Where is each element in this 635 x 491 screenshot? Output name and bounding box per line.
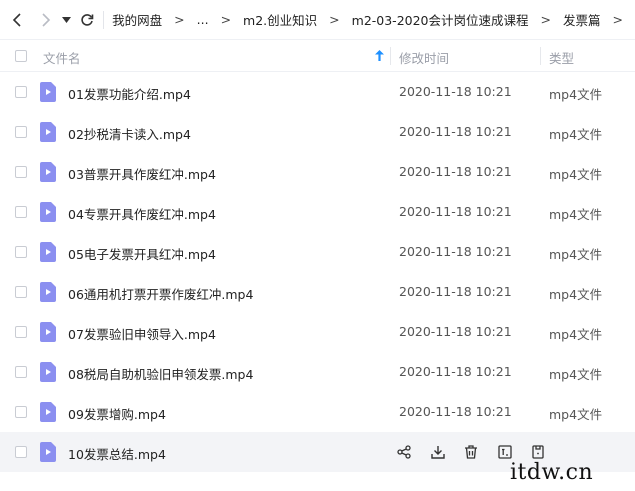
watermark: itdw.cn	[510, 460, 594, 485]
file-name[interactable]: 03普票开具作废红冲.mp4	[68, 164, 216, 183]
row-checkbox[interactable]	[15, 326, 27, 338]
video-file-icon	[40, 282, 56, 302]
breadcrumb-separator: >	[540, 12, 551, 27]
forward-button[interactable]	[35, 0, 58, 40]
column-divider[interactable]	[390, 47, 391, 65]
file-type: mp4文件	[549, 167, 603, 182]
video-file-icon	[40, 202, 56, 222]
breadcrumb-item-invoice[interactable]: 发票篇	[563, 10, 601, 29]
refresh-button[interactable]	[76, 0, 97, 40]
breadcrumb: 我的网盘 > ... > m2.创业知识 > m2-03-2020会计岗位速成课…	[112, 10, 635, 29]
select-all-checkbox[interactable]	[15, 50, 27, 62]
row-checkbox[interactable]	[15, 246, 27, 258]
breadcrumb-separator: >	[612, 12, 623, 27]
rename-icon	[497, 445, 512, 459]
refresh-icon	[81, 13, 94, 26]
nav-divider	[103, 10, 105, 29]
file-name[interactable]: 04专票开具作废红冲.mp4	[68, 204, 216, 223]
file-modified-time: 2020-11-18 10:21	[399, 364, 512, 379]
file-name[interactable]: 01发票功能介绍.mp4	[68, 84, 191, 103]
file-list-header: 文件名 修改时间 类型	[0, 40, 635, 72]
file-row[interactable]: 01发票功能介绍.mp4 2020-11-18 10:21 mp4文件	[0, 72, 635, 112]
breadcrumb-item-my-drive[interactable]: 我的网盘	[112, 10, 162, 29]
file-modified-time: 2020-11-18 10:21	[399, 124, 512, 139]
file-name[interactable]: 02抄税清卡读入.mp4	[68, 124, 191, 143]
file-row[interactable]: 02抄税清卡读入.mp4 2020-11-18 10:21 mp4文件	[0, 112, 635, 152]
file-name[interactable]: 08税局自助机验旧申领发票.mp4	[68, 364, 253, 383]
file-name[interactable]: 07发票验旧申领导入.mp4	[68, 324, 216, 343]
more-button[interactable]	[531, 443, 565, 461]
video-file-icon	[40, 122, 56, 142]
row-checkbox[interactable]	[15, 286, 27, 298]
download-icon	[430, 445, 445, 459]
chevron-left-icon	[13, 12, 21, 27]
file-modified-time: 2020-11-18 10:21	[399, 404, 512, 419]
breadcrumb-item-ellipsis[interactable]: ...	[197, 12, 209, 27]
file-row[interactable]: 08税局自助机验旧申领发票.mp4 2020-11-18 10:21 mp4文件	[0, 352, 635, 392]
file-type: mp4文件	[549, 407, 603, 422]
column-header-name[interactable]: 文件名	[43, 48, 81, 67]
row-checkbox[interactable]	[15, 206, 27, 218]
row-checkbox[interactable]	[15, 86, 27, 98]
file-modified-time: 2020-11-18 10:21	[399, 284, 512, 299]
video-file-icon	[40, 362, 56, 382]
file-modified-time: 2020-11-18 10:21	[399, 244, 512, 259]
video-file-icon	[40, 242, 56, 262]
file-row[interactable]: 03普票开具作废红冲.mp4 2020-11-18 10:21 mp4文件	[0, 152, 635, 192]
file-name[interactable]: 05电子发票开具红冲.mp4	[68, 244, 216, 263]
video-file-icon	[40, 82, 56, 102]
breadcrumb-item-accounting-course[interactable]: m2-03-2020会计岗位速成课程	[352, 10, 529, 29]
more-icon	[531, 445, 545, 459]
chevron-right-icon	[42, 12, 51, 27]
file-row[interactable]: 04专票开具作废红冲.mp4 2020-11-18 10:21 mp4文件	[0, 192, 635, 232]
column-divider[interactable]	[540, 47, 541, 65]
caret-down-icon	[62, 16, 72, 23]
video-file-icon	[40, 162, 56, 182]
file-row[interactable]: 06通用机打票开票作废红冲.mp4 2020-11-18 10:21 mp4文件	[0, 272, 635, 312]
column-header-modified[interactable]: 修改时间	[399, 48, 449, 67]
file-row[interactable]: 07发票验旧申领导入.mp4 2020-11-18 10:21 mp4文件	[0, 312, 635, 352]
file-row[interactable]: 05电子发票开具红冲.mp4 2020-11-18 10:21 mp4文件	[0, 232, 635, 272]
row-checkbox[interactable]	[15, 126, 27, 138]
row-checkbox[interactable]	[15, 406, 27, 418]
file-modified-time: 2020-11-18 10:21	[399, 164, 512, 179]
file-type: mp4文件	[549, 127, 603, 142]
download-button[interactable]	[430, 443, 465, 461]
rename-button[interactable]	[497, 443, 532, 461]
file-type: mp4文件	[549, 287, 603, 302]
video-file-icon	[40, 322, 56, 342]
file-name[interactable]: 10发票总结.mp4	[68, 444, 166, 463]
column-header-type[interactable]: 类型	[549, 48, 574, 67]
back-button[interactable]	[0, 0, 35, 40]
breadcrumb-separator: >	[329, 12, 340, 27]
share-icon	[397, 445, 411, 459]
file-name[interactable]: 06通用机打票开票作废红冲.mp4	[68, 284, 253, 303]
row-checkbox[interactable]	[15, 166, 27, 178]
file-type: mp4文件	[549, 87, 603, 102]
file-modified-time: 2020-11-18 10:21	[399, 324, 512, 339]
delete-button[interactable]	[464, 443, 498, 461]
share-button[interactable]	[397, 443, 431, 461]
file-type: mp4文件	[549, 207, 603, 222]
row-checkbox[interactable]	[15, 366, 27, 378]
file-modified-time: 2020-11-18 10:21	[399, 84, 512, 99]
row-checkbox[interactable]	[15, 446, 27, 458]
file-type: mp4文件	[549, 367, 603, 382]
breadcrumb-separator: >	[174, 12, 185, 27]
file-row[interactable]: 09发票增购.mp4 2020-11-18 10:21 mp4文件	[0, 392, 635, 432]
file-name[interactable]: 09发票增购.mp4	[68, 404, 166, 423]
file-modified-time: 2020-11-18 10:21	[399, 204, 512, 219]
breadcrumb-item-business-knowledge[interactable]: m2.创业知识	[243, 10, 317, 29]
file-type: mp4文件	[549, 247, 603, 262]
history-dropdown-button[interactable]	[57, 0, 76, 40]
row-actions	[397, 443, 565, 461]
delete-icon	[464, 445, 478, 459]
file-list: 01发票功能介绍.mp4 2020-11-18 10:21 mp4文件 02抄税清卡读…	[0, 72, 635, 472]
file-type: mp4文件	[549, 327, 603, 342]
video-file-icon	[40, 402, 56, 422]
video-file-icon	[40, 442, 56, 462]
sort-up-arrow-icon[interactable]	[375, 50, 384, 61]
breadcrumb-separator: >	[220, 12, 232, 27]
navigation-bar: 我的网盘 > ... > m2.创业知识 > m2-03-2020会计岗位速成课…	[0, 0, 635, 40]
